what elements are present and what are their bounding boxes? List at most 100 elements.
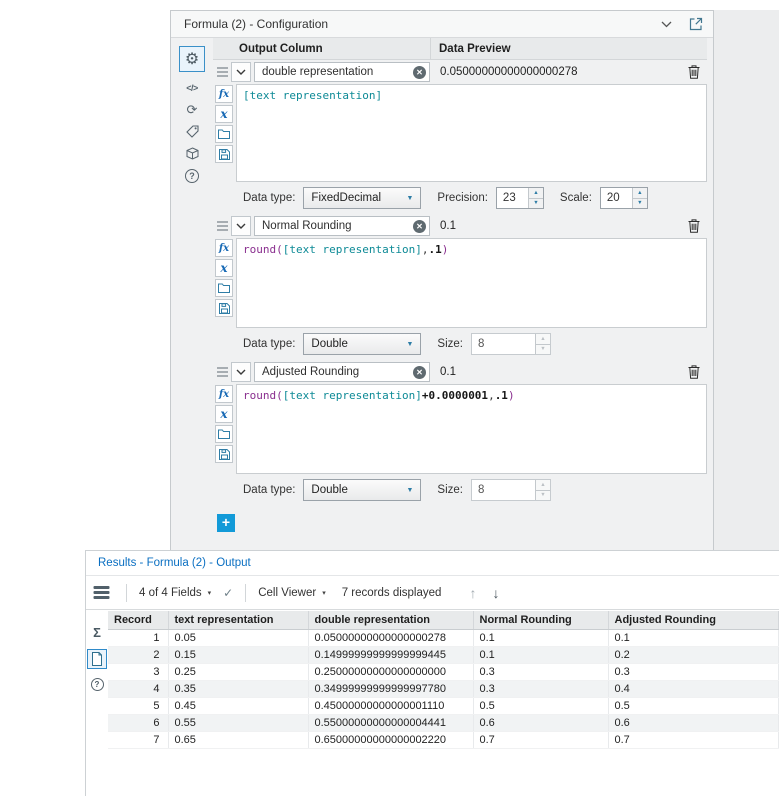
data-type-label: Data type: <box>243 484 296 496</box>
chevron-down-icon: ▼ <box>406 340 414 348</box>
expression-block: Adjusted Rounding ✕ 0.1 fx x round([text… <box>213 360 707 506</box>
save-icon[interactable] <box>215 445 233 463</box>
config-sidebar: ⚙ </> ⟳ ? <box>171 38 213 550</box>
help-icon[interactable]: ? <box>90 678 104 691</box>
help-icon[interactable]: ? <box>180 165 204 186</box>
folder-icon[interactable] <box>215 425 233 443</box>
clear-column-icon[interactable]: ✕ <box>413 65 426 79</box>
data-type-label: Data type: <box>243 192 296 204</box>
data-cell: 0.25 <box>168 663 309 681</box>
data-cell: 0.3 <box>608 663 779 681</box>
spin-up-icon[interactable]: ▲ <box>528 188 543 198</box>
record-number-cell: 6 <box>108 714 169 732</box>
check-icon[interactable]: ✓ <box>223 586 233 600</box>
data-preview-header: Data Preview <box>439 42 511 55</box>
data-type-dropdown[interactable]: FixedDecimal ▼ <box>303 187 422 209</box>
collapse-expression-button[interactable] <box>231 62 251 82</box>
trash-icon[interactable] <box>684 362 704 382</box>
expression-editor[interactable]: round([text representation]+0.0000001,.1… <box>236 384 707 474</box>
data-cell: 0.6 <box>608 714 779 732</box>
trash-icon[interactable] <box>684 216 704 236</box>
table-row: 6 0.55 0.55000000000000004441 0.6 0.6 <box>108 714 779 732</box>
data-type-dropdown[interactable]: Double ▼ <box>303 333 422 355</box>
precision-spinner[interactable]: 23 ▲ ▼ <box>495 187 544 209</box>
data-cell: 0.05000000000000000278 <box>308 629 474 647</box>
data-cell: 0.65 <box>168 731 309 749</box>
output-column-input[interactable]: double representation ✕ <box>254 62 430 82</box>
scroll-up-icon[interactable]: ↑ <box>469 585 476 601</box>
data-cell: 0.05 <box>168 629 309 647</box>
fields-dropdown[interactable]: 4 of 4 Fields ▾ <box>139 587 211 599</box>
scroll-down-icon[interactable]: ↓ <box>492 585 499 601</box>
expression-editor[interactable]: [text representation] <box>236 84 707 182</box>
navigation-refresh-icon[interactable]: ⟳ <box>180 99 204 120</box>
functions-button[interactable]: fx <box>215 239 233 257</box>
collapse-expression-button[interactable] <box>231 216 251 236</box>
data-type-dropdown[interactable]: Double ▼ <box>303 479 422 501</box>
sigma-icon[interactable]: Σ <box>93 625 101 640</box>
output-column-value: double representation <box>262 66 374 78</box>
spin-up-icon[interactable]: ▲ <box>632 188 647 198</box>
code-icon[interactable]: </> <box>180 77 204 98</box>
package-icon[interactable] <box>180 143 204 164</box>
scale-spinner[interactable]: 20 ▲ ▼ <box>599 187 648 209</box>
tag-icon[interactable] <box>180 121 204 142</box>
output-column-input[interactable]: Adjusted Rounding ✕ <box>254 362 430 382</box>
column-header[interactable]: double representation <box>308 611 474 630</box>
popout-icon[interactable] <box>688 16 704 32</box>
spin-down-icon[interactable]: ▼ <box>528 197 543 208</box>
expression-toolbar: fx x <box>215 238 235 328</box>
expression-toolbar: fx x <box>215 84 235 182</box>
expression-block: Normal Rounding ✕ 0.1 fx x round([text r… <box>213 214 707 360</box>
variables-button[interactable]: x <box>215 259 233 277</box>
cell-viewer-dropdown[interactable]: Cell Viewer ▾ <box>258 587 325 599</box>
variables-button[interactable]: x <box>215 405 233 423</box>
results-toolbar: 4 of 4 Fields ▾ ✓ Cell Viewer ▾ 7 record… <box>86 576 779 610</box>
results-header-row: Record text representation double represen… <box>108 611 779 630</box>
data-cell: 0.35 <box>168 680 309 698</box>
drag-handle-icon[interactable] <box>217 67 228 77</box>
column-header[interactable]: Normal Rounding <box>473 611 609 630</box>
functions-button[interactable]: fx <box>215 85 233 103</box>
clear-column-icon[interactable]: ✕ <box>413 365 426 379</box>
save-icon[interactable] <box>215 299 233 317</box>
table-row: 4 0.35 0.34999999999999997780 0.3 0.4 <box>108 680 779 698</box>
chevron-down-icon[interactable] <box>661 21 672 28</box>
gear-icon[interactable]: ⚙ <box>179 46 205 72</box>
add-expression-button[interactable]: + <box>217 514 235 532</box>
variables-button[interactable]: x <box>215 105 233 123</box>
collapse-expression-button[interactable] <box>231 362 251 382</box>
column-header[interactable]: Adjusted Rounding <box>608 611 779 630</box>
functions-button[interactable]: fx <box>215 385 233 403</box>
data-cell: 0.65000000000000002220 <box>308 731 474 749</box>
column-header[interactable]: text representation <box>168 611 309 630</box>
layout-rows-icon[interactable] <box>93 585 110 600</box>
chevron-down-icon: ▼ <box>406 194 414 202</box>
clear-column-icon[interactable]: ✕ <box>413 219 426 233</box>
drag-handle-icon[interactable] <box>217 221 228 231</box>
folder-icon[interactable] <box>215 279 233 297</box>
folder-icon[interactable] <box>215 125 233 143</box>
save-icon[interactable] <box>215 145 233 163</box>
data-cell: 0.55 <box>168 714 309 732</box>
data-cell: 0.1 <box>473 646 609 664</box>
drag-handle-icon[interactable] <box>217 367 228 377</box>
expression-editor[interactable]: round([text representation],.1) <box>236 238 707 328</box>
output-column-value: Normal Rounding <box>262 220 352 232</box>
column-header[interactable]: Record <box>108 611 169 630</box>
spin-down-icon: ▼ <box>536 489 550 500</box>
output-column-input[interactable]: Normal Rounding ✕ <box>254 216 430 236</box>
expression-block: double representation ✕ 0.05000000000000… <box>213 60 707 214</box>
spin-up-icon: ▲ <box>536 334 550 344</box>
configuration-title: Formula (2) - Configuration <box>184 17 329 31</box>
size-label: Size: <box>437 484 463 496</box>
trash-icon[interactable] <box>684 62 704 82</box>
spin-down-icon[interactable]: ▼ <box>632 197 647 208</box>
data-cell: 0.14999999999999999445 <box>308 646 474 664</box>
data-cell: 0.7 <box>608 731 779 749</box>
document-icon[interactable] <box>87 649 107 669</box>
data-cell: 0.15 <box>168 646 309 664</box>
expression-toolbar: fx x <box>215 384 235 474</box>
chevron-down-icon: ▼ <box>406 486 414 494</box>
toolbar-separator <box>245 583 247 602</box>
